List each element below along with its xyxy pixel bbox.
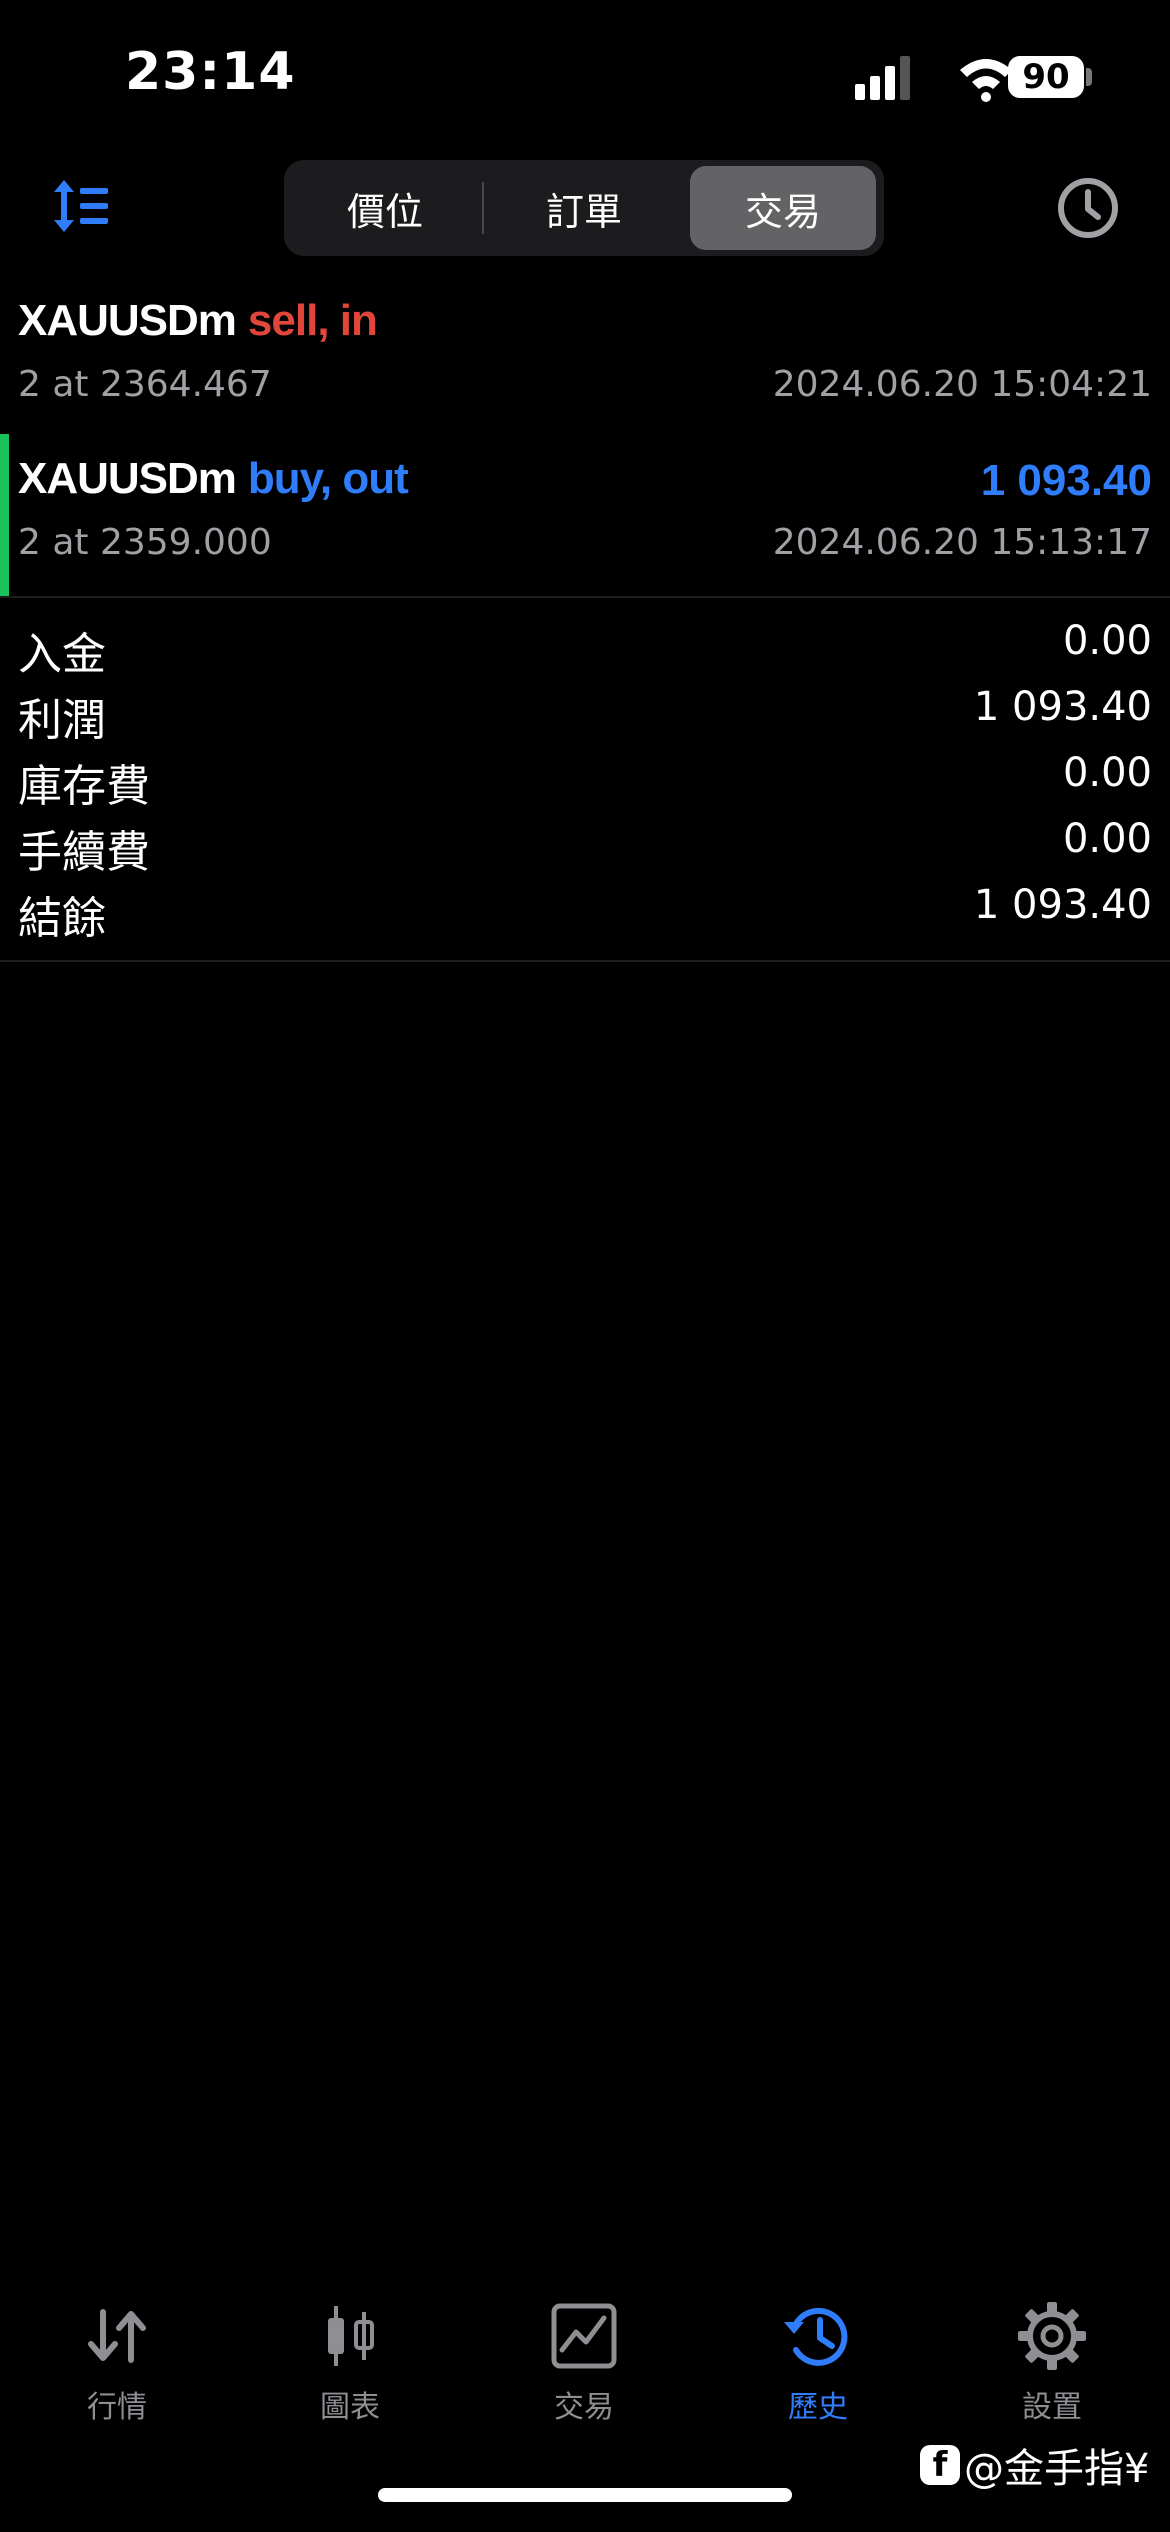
summary-label: 結餘	[18, 893, 106, 944]
divider	[0, 596, 1170, 598]
deal-volume-price: 2 at 2359.000	[18, 522, 272, 563]
watermark: f @金手指¥	[920, 2436, 1149, 2494]
watermark-text: @金手指¥	[964, 2446, 1150, 2492]
deal-volume-price: 2 at 2364.467	[18, 364, 272, 405]
gear-icon	[1018, 2302, 1086, 2370]
segment-divider	[482, 182, 484, 234]
deal-time: 2024.06.20 15:13:17	[772, 522, 1152, 563]
tab-settings[interactable]: 設置	[967, 2298, 1137, 2428]
segment-deals[interactable]: 交易	[690, 166, 876, 250]
summary-value: 0.00	[1062, 750, 1152, 796]
summary-value: 1 093.40	[973, 684, 1152, 730]
quotes-arrows-icon	[88, 2309, 146, 2363]
summary-value: 1 093.40	[973, 882, 1152, 928]
deal-symbol: XAUUSDm	[18, 296, 237, 345]
summary-label: 入金	[18, 629, 106, 680]
clock-icon[interactable]	[1056, 176, 1120, 240]
home-indicator[interactable]	[378, 2488, 792, 2502]
tab-label: 設置	[1022, 2390, 1082, 2425]
deal-profit: 1 093.40	[980, 456, 1152, 505]
summary-label: 手續費	[18, 827, 150, 878]
summary-label: 庫存費	[18, 761, 150, 812]
status-time: 23:14	[125, 42, 296, 102]
summary-value: 0.00	[1062, 618, 1152, 664]
tab-label: 行情	[87, 2390, 147, 2425]
summary-row-deposit: 入金 0.00	[0, 614, 1170, 680]
sort-icon[interactable]	[52, 176, 112, 236]
view-segmented-control: 價位 訂單 交易	[284, 160, 884, 256]
deal-time: 2024.06.20 15:04:21	[772, 364, 1152, 405]
summary-label: 利潤	[18, 695, 106, 746]
facebook-icon: f	[920, 2445, 960, 2485]
deal-type: buy, out	[247, 454, 409, 503]
battery-indicator: 90	[1008, 56, 1084, 98]
deal-row[interactable]: XAUUSDm sell, in 2 at 2364.467 2024.06.20…	[0, 276, 1170, 438]
segment-prices[interactable]: 價位	[292, 166, 478, 250]
tab-charts[interactable]: 圖表	[265, 2298, 435, 2428]
summary-row-profit: 利潤 1 093.40	[0, 680, 1170, 746]
signal-icon	[855, 56, 910, 100]
summary-row-swap: 庫存費 0.00	[0, 746, 1170, 812]
deal-row[interactable]: XAUUSDm buy, out 1 093.40 2 at 2359.000 2…	[0, 434, 1170, 596]
divider	[0, 960, 1170, 962]
tab-trade[interactable]: 交易	[499, 2298, 669, 2428]
profit-indicator-bar	[0, 434, 9, 596]
tab-quotes[interactable]: 行情	[32, 2298, 202, 2428]
summary-value: 0.00	[1062, 816, 1152, 862]
trade-chart-icon	[551, 2303, 617, 2369]
deal-symbol: XAUUSDm	[18, 454, 237, 503]
battery-tip	[1086, 68, 1092, 86]
tab-label: 歷史	[788, 2390, 848, 2425]
tab-history[interactable]: 歷史	[733, 2298, 903, 2428]
segment-orders[interactable]: 訂單	[491, 166, 677, 250]
tab-label: 圖表	[320, 2390, 380, 2425]
history-clock-icon	[784, 2307, 848, 2366]
wifi-icon	[960, 59, 1012, 102]
summary-row-balance: 結餘 1 093.40	[0, 878, 1170, 944]
deal-type: sell, in	[247, 296, 378, 345]
candlestick-chart-icon	[328, 2306, 374, 2366]
summary-row-commission: 手續費 0.00	[0, 812, 1170, 878]
tab-label: 交易	[554, 2390, 614, 2425]
